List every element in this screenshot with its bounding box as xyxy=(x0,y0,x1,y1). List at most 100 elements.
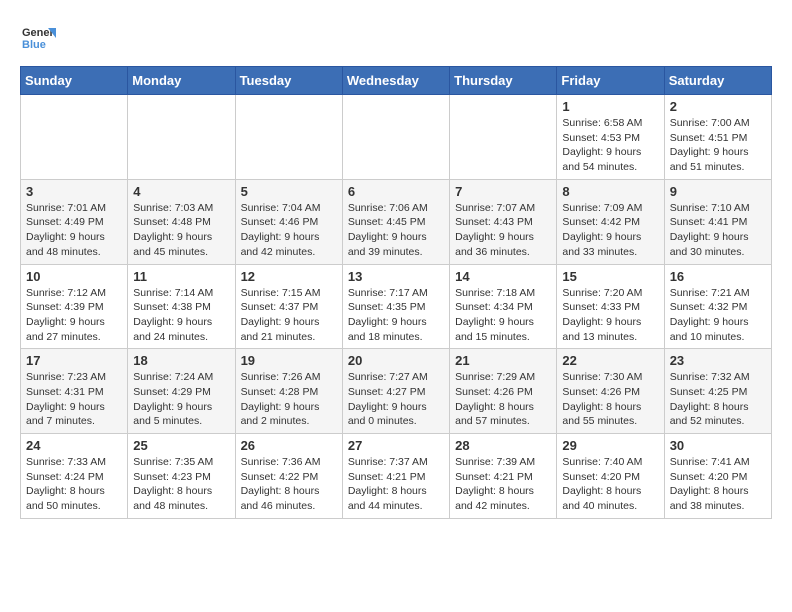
day-number: 10 xyxy=(26,269,122,284)
calendar-cell: 7 Sunrise: 7:07 AM Sunset: 4:43 PM Daylig… xyxy=(450,179,557,264)
calendar-week-1: 1Sunrise: 6:58 AM Sunset: 4:53 PM Daylig… xyxy=(21,95,772,180)
day-number: 26 xyxy=(241,438,337,453)
calendar-cell xyxy=(450,95,557,180)
day-info: Sunrise: 6:58 AM Sunset: 4:53 PM Dayligh… xyxy=(562,116,658,175)
day-info: Sunrise: 7:14 AM Sunset: 4:38 PM Dayligh… xyxy=(133,286,229,345)
day-number: 17 xyxy=(26,353,122,368)
calendar-cell: 19Sunrise: 7:26 AM Sunset: 4:28 PM Dayli… xyxy=(235,349,342,434)
day-info: Sunrise: 7:23 AM Sunset: 4:31 PM Dayligh… xyxy=(26,370,122,429)
calendar-cell: 10 Sunrise: 7:12 AM Sunset: 4:39 PM Dayli… xyxy=(21,264,128,349)
calendar-cell: 1Sunrise: 6:58 AM Sunset: 4:53 PM Daylig… xyxy=(557,95,664,180)
weekday-header-wednesday: Wednesday xyxy=(342,67,449,95)
day-number: 6 xyxy=(348,184,444,199)
calendar-cell: 5 Sunrise: 7:04 AM Sunset: 4:46 PM Daylig… xyxy=(235,179,342,264)
calendar-table: SundayMondayTuesdayWednesdayThursdayFrid… xyxy=(20,66,772,519)
page-header: General Blue xyxy=(20,20,772,56)
calendar-cell: 2 Sunrise: 7:00 AM Sunset: 4:51 PM Daylig… xyxy=(664,95,771,180)
day-number: 14 xyxy=(455,269,551,284)
calendar-header-row: SundayMondayTuesdayWednesdayThursdayFrid… xyxy=(21,67,772,95)
day-number: 2 xyxy=(670,99,766,114)
weekday-header-monday: Monday xyxy=(128,67,235,95)
day-number: 12 xyxy=(241,269,337,284)
day-number: 15 xyxy=(562,269,658,284)
day-info: Sunrise: 7:15 AM Sunset: 4:37 PM Dayligh… xyxy=(241,286,337,345)
day-info: Sunrise: 7:17 AM Sunset: 4:35 PM Dayligh… xyxy=(348,286,444,345)
day-info: Sunrise: 7:12 AM Sunset: 4:39 PM Dayligh… xyxy=(26,286,122,345)
day-info: Sunrise: 7:30 AM Sunset: 4:26 PM Dayligh… xyxy=(562,370,658,429)
day-number: 13 xyxy=(348,269,444,284)
day-info: Sunrise: 7:18 AM Sunset: 4:34 PM Dayligh… xyxy=(455,286,551,345)
day-number: 22 xyxy=(562,353,658,368)
calendar-week-2: 3 Sunrise: 7:01 AM Sunset: 4:49 PM Daylig… xyxy=(21,179,772,264)
calendar-cell: 9 Sunrise: 7:10 AM Sunset: 4:41 PM Daylig… xyxy=(664,179,771,264)
weekday-header-sunday: Sunday xyxy=(21,67,128,95)
calendar-cell: 25 Sunrise: 7:35 AM Sunset: 4:23 PM Dayli… xyxy=(128,434,235,519)
day-number: 8 xyxy=(562,184,658,199)
logo: General Blue xyxy=(20,20,56,56)
day-number: 28 xyxy=(455,438,551,453)
calendar-cell: 15 Sunrise: 7:20 AM Sunset: 4:33 PM Dayli… xyxy=(557,264,664,349)
calendar-cell: 17 Sunrise: 7:23 AM Sunset: 4:31 PM Dayli… xyxy=(21,349,128,434)
day-info: Sunrise: 7:40 AM Sunset: 4:20 PM Dayligh… xyxy=(562,455,658,514)
calendar-cell: 13 Sunrise: 7:17 AM Sunset: 4:35 PM Dayli… xyxy=(342,264,449,349)
day-info: Sunrise: 7:36 AM Sunset: 4:22 PM Dayligh… xyxy=(241,455,337,514)
calendar-cell: 26 Sunrise: 7:36 AM Sunset: 4:22 PM Dayli… xyxy=(235,434,342,519)
day-number: 21 xyxy=(455,353,551,368)
day-info: Sunrise: 7:27 AM Sunset: 4:27 PM Dayligh… xyxy=(348,370,444,429)
day-number: 7 xyxy=(455,184,551,199)
day-number: 16 xyxy=(670,269,766,284)
day-number: 29 xyxy=(562,438,658,453)
day-number: 25 xyxy=(133,438,229,453)
calendar-cell xyxy=(128,95,235,180)
day-info: Sunrise: 7:26 AM Sunset: 4:28 PM Dayligh… xyxy=(241,370,337,429)
calendar-week-4: 17 Sunrise: 7:23 AM Sunset: 4:31 PM Dayli… xyxy=(21,349,772,434)
calendar-cell: 24Sunrise: 7:33 AM Sunset: 4:24 PM Dayli… xyxy=(21,434,128,519)
day-info: Sunrise: 7:39 AM Sunset: 4:21 PM Dayligh… xyxy=(455,455,551,514)
calendar-cell: 29 Sunrise: 7:40 AM Sunset: 4:20 PM Dayli… xyxy=(557,434,664,519)
calendar-cell: 18 Sunrise: 7:24 AM Sunset: 4:29 PM Dayli… xyxy=(128,349,235,434)
day-info: Sunrise: 7:01 AM Sunset: 4:49 PM Dayligh… xyxy=(26,201,122,260)
calendar-cell: 23 Sunrise: 7:32 AM Sunset: 4:25 PM Dayli… xyxy=(664,349,771,434)
calendar-cell: 20 Sunrise: 7:27 AM Sunset: 4:27 PM Dayli… xyxy=(342,349,449,434)
day-info: Sunrise: 7:41 AM Sunset: 4:20 PM Dayligh… xyxy=(670,455,766,514)
calendar-week-5: 24Sunrise: 7:33 AM Sunset: 4:24 PM Dayli… xyxy=(21,434,772,519)
day-number: 9 xyxy=(670,184,766,199)
calendar-cell: 11 Sunrise: 7:14 AM Sunset: 4:38 PM Dayli… xyxy=(128,264,235,349)
calendar-cell: 8 Sunrise: 7:09 AM Sunset: 4:42 PM Daylig… xyxy=(557,179,664,264)
day-info: Sunrise: 7:24 AM Sunset: 4:29 PM Dayligh… xyxy=(133,370,229,429)
calendar-cell: 16 Sunrise: 7:21 AM Sunset: 4:32 PM Dayli… xyxy=(664,264,771,349)
day-number: 23 xyxy=(670,353,766,368)
day-info: Sunrise: 7:35 AM Sunset: 4:23 PM Dayligh… xyxy=(133,455,229,514)
day-info: Sunrise: 7:10 AM Sunset: 4:41 PM Dayligh… xyxy=(670,201,766,260)
calendar-cell: 30 Sunrise: 7:41 AM Sunset: 4:20 PM Dayli… xyxy=(664,434,771,519)
day-info: Sunrise: 7:06 AM Sunset: 4:45 PM Dayligh… xyxy=(348,201,444,260)
calendar-cell xyxy=(235,95,342,180)
weekday-header-saturday: Saturday xyxy=(664,67,771,95)
calendar-cell: 3 Sunrise: 7:01 AM Sunset: 4:49 PM Daylig… xyxy=(21,179,128,264)
day-number: 20 xyxy=(348,353,444,368)
day-number: 4 xyxy=(133,184,229,199)
calendar-cell: 27 Sunrise: 7:37 AM Sunset: 4:21 PM Dayli… xyxy=(342,434,449,519)
calendar-cell: 14 Sunrise: 7:18 AM Sunset: 4:34 PM Dayli… xyxy=(450,264,557,349)
day-info: Sunrise: 7:20 AM Sunset: 4:33 PM Dayligh… xyxy=(562,286,658,345)
day-info: Sunrise: 7:21 AM Sunset: 4:32 PM Dayligh… xyxy=(670,286,766,345)
day-number: 30 xyxy=(670,438,766,453)
calendar-cell: 6 Sunrise: 7:06 AM Sunset: 4:45 PM Daylig… xyxy=(342,179,449,264)
day-number: 3 xyxy=(26,184,122,199)
day-info: Sunrise: 7:37 AM Sunset: 4:21 PM Dayligh… xyxy=(348,455,444,514)
day-number: 27 xyxy=(348,438,444,453)
calendar-cell: 12 Sunrise: 7:15 AM Sunset: 4:37 PM Dayli… xyxy=(235,264,342,349)
weekday-header-friday: Friday xyxy=(557,67,664,95)
day-info: Sunrise: 7:04 AM Sunset: 4:46 PM Dayligh… xyxy=(241,201,337,260)
calendar-cell: 21Sunrise: 7:29 AM Sunset: 4:26 PM Dayli… xyxy=(450,349,557,434)
day-info: Sunrise: 7:07 AM Sunset: 4:43 PM Dayligh… xyxy=(455,201,551,260)
day-info: Sunrise: 7:03 AM Sunset: 4:48 PM Dayligh… xyxy=(133,201,229,260)
day-number: 5 xyxy=(241,184,337,199)
weekday-header-tuesday: Tuesday xyxy=(235,67,342,95)
day-info: Sunrise: 7:32 AM Sunset: 4:25 PM Dayligh… xyxy=(670,370,766,429)
day-info: Sunrise: 7:00 AM Sunset: 4:51 PM Dayligh… xyxy=(670,116,766,175)
day-info: Sunrise: 7:09 AM Sunset: 4:42 PM Dayligh… xyxy=(562,201,658,260)
svg-text:Blue: Blue xyxy=(22,39,46,51)
day-number: 18 xyxy=(133,353,229,368)
day-number: 11 xyxy=(133,269,229,284)
